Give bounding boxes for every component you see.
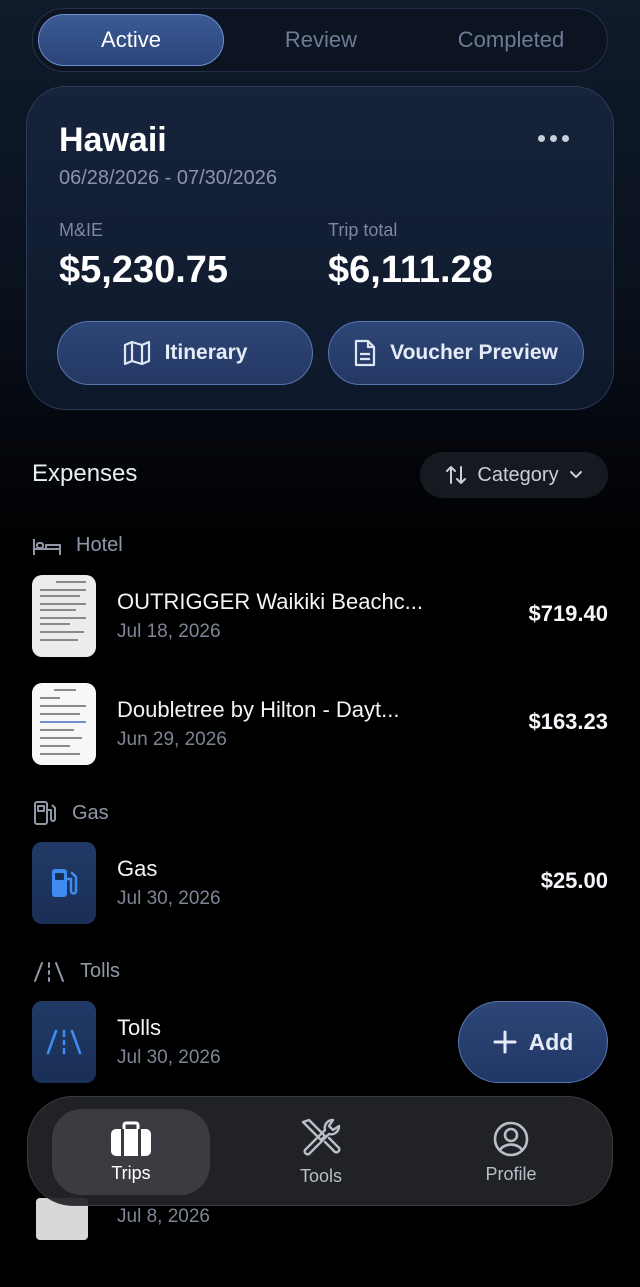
- tab-trips[interactable]: Trips: [52, 1109, 210, 1195]
- trip-total-label: Trip total: [328, 220, 398, 240]
- gas-pump-icon: [52, 869, 78, 897]
- sort-label: Category: [477, 463, 559, 486]
- gas-pump-icon: [34, 801, 56, 825]
- tab-profile[interactable]: Profile: [432, 1109, 590, 1195]
- chevron-down-icon: [569, 471, 582, 479]
- expense-title: Tolls: [117, 1015, 162, 1040]
- map-icon: [123, 340, 150, 366]
- briefcase-icon: [111, 1121, 151, 1156]
- voucher-preview-button[interactable]: Voucher Preview: [328, 321, 584, 385]
- itinerary-label: Itinerary: [164, 341, 248, 364]
- itinerary-button[interactable]: Itinerary: [57, 321, 313, 385]
- voucher-preview-label: Voucher Preview: [390, 341, 558, 364]
- expense-amount: $719.40: [528, 601, 608, 626]
- expense-date: Jul 8, 2026: [117, 1206, 210, 1227]
- receipt-thumbnail: [32, 683, 96, 765]
- group-label: Gas: [72, 801, 109, 824]
- expense-row-doubletree[interactable]: Doubletree by Hilton - Dayt... Jun 29, 2…: [0, 683, 640, 767]
- trip-name: Hawaii: [59, 121, 167, 159]
- group-header-tolls: Tolls: [32, 960, 120, 983]
- tab-completed[interactable]: Completed: [418, 14, 604, 66]
- expense-row-outrigger[interactable]: OUTRIGGER Waikiki Beachc... Jul 18, 2026…: [0, 575, 640, 659]
- tolls-thumbnail: [32, 1001, 96, 1083]
- profile-icon: [493, 1121, 529, 1156]
- road-icon: [34, 961, 64, 982]
- tab-active[interactable]: Active: [38, 14, 224, 66]
- trip-total-value: $6,111.28: [328, 249, 493, 291]
- expense-date: Jul 30, 2026: [117, 888, 221, 909]
- expense-date: Jul 30, 2026: [117, 1047, 221, 1068]
- trip-card: Hawaii 06/28/2026 - 07/30/2026 M&IE $5,2…: [26, 86, 614, 410]
- mie-label: M&IE: [59, 220, 104, 240]
- expense-title: Doubletree by Hilton - Dayt...: [117, 697, 400, 722]
- tab-label: Trips: [111, 1162, 151, 1183]
- trip-dates: 06/28/2026 - 07/30/2026: [59, 167, 277, 189]
- tab-review[interactable]: Review: [228, 14, 414, 66]
- expense-date: Jun 29, 2026: [117, 729, 227, 750]
- bottom-tab-bar: Trips Tools Profile: [27, 1096, 613, 1206]
- road-icon: [46, 1029, 82, 1055]
- expense-amount: $25.00: [540, 868, 608, 893]
- tools-icon: [301, 1118, 341, 1155]
- document-icon: [355, 339, 376, 367]
- group-header-gas: Gas: [32, 800, 109, 826]
- expense-title: OUTRIGGER Waikiki Beachc...: [117, 589, 424, 614]
- group-header-hotel: Hotel: [32, 534, 123, 557]
- receipt-thumbnail: [32, 575, 96, 657]
- group-label: Hotel: [76, 534, 123, 556]
- tab-label: Tools: [299, 1165, 343, 1186]
- expense-date: Jul 18, 2026: [117, 621, 221, 642]
- expense-title: Gas: [117, 856, 158, 881]
- bed-icon: [33, 538, 61, 555]
- tab-label: Profile: [485, 1163, 537, 1184]
- tab-tools[interactable]: Tools: [242, 1109, 400, 1195]
- gas-thumbnail: [32, 842, 96, 924]
- expenses-heading: Expenses: [32, 460, 138, 487]
- mie-value: $5,230.75: [59, 249, 229, 291]
- add-label: Add: [528, 1028, 574, 1055]
- plus-icon: [493, 1030, 517, 1054]
- expense-row-gas[interactable]: Gas Jul 30, 2026 $25.00: [0, 842, 640, 926]
- group-label: Tolls: [80, 960, 121, 982]
- expense-amount: $163.23: [528, 709, 608, 734]
- sort-category-button[interactable]: Category: [420, 452, 608, 498]
- sort-icon: [446, 466, 467, 484]
- add-expense-button[interactable]: Add: [458, 1001, 608, 1083]
- trip-status-tabs: Active Review Completed: [32, 8, 608, 72]
- more-options-icon[interactable]: [538, 135, 569, 142]
